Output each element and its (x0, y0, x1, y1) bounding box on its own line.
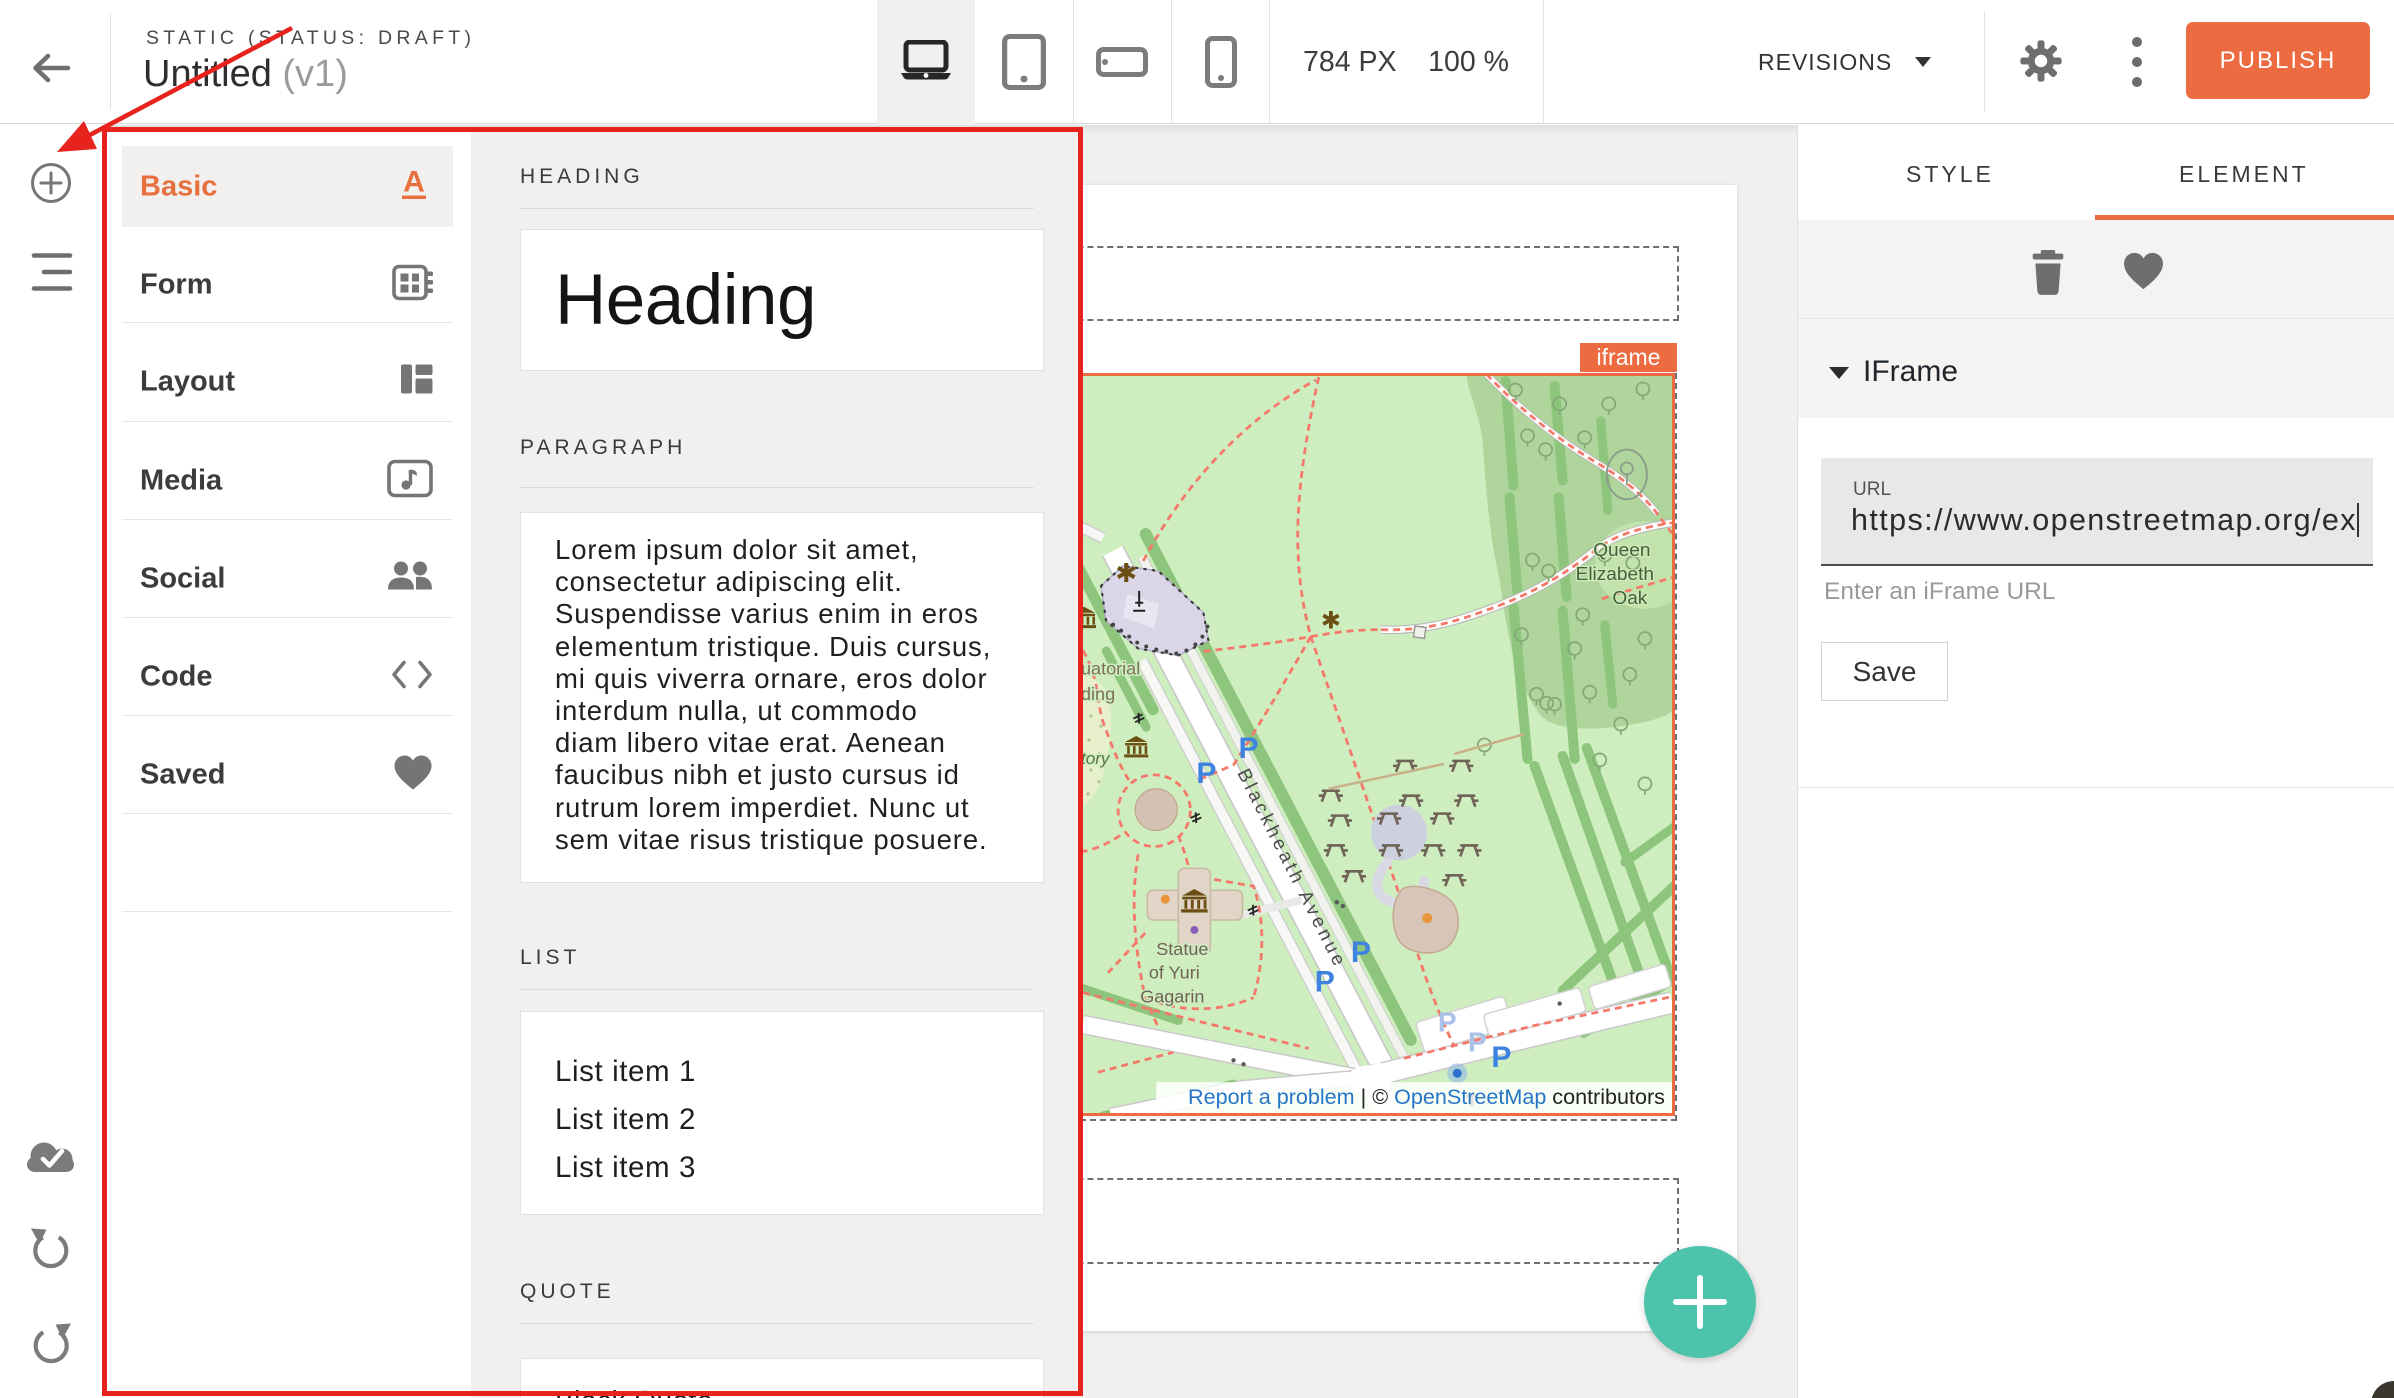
svg-text:A: A (403, 165, 425, 198)
